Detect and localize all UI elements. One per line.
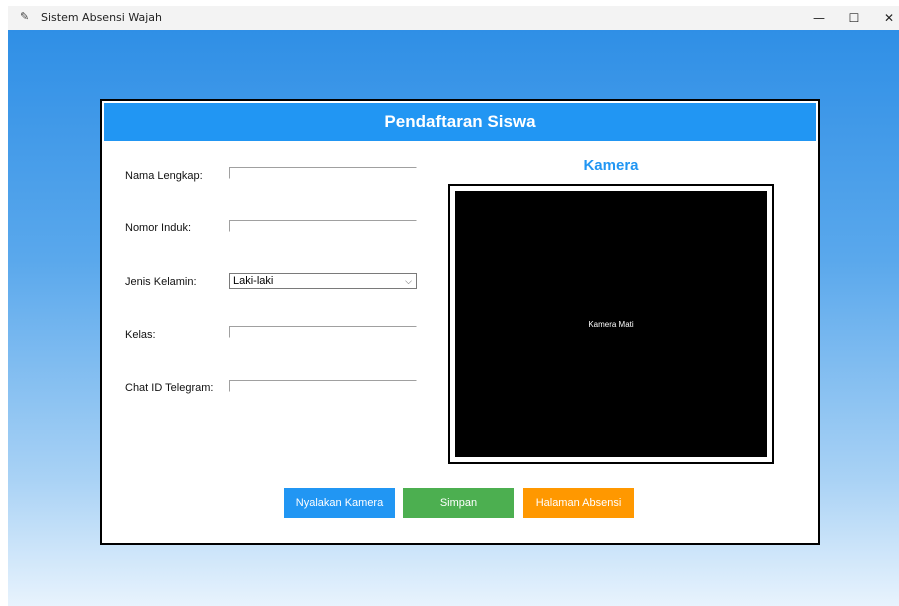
title-bar: ✎ Sistem Absensi Wajah — ☐ ✕	[8, 6, 899, 30]
camera-status: Kamera Mati	[588, 319, 634, 329]
nomor-label: Nomor Induk:	[125, 222, 192, 234]
camera-view: Kamera Mati	[455, 191, 767, 457]
gender-select-value: Laki-laki	[233, 275, 274, 287]
feather-icon: ✎	[20, 10, 30, 23]
camera-frame: Kamera Mati	[448, 184, 774, 464]
panel-header: Pendaftaran Siswa	[104, 103, 816, 141]
camera-on-button[interactable]: Nyalakan Kamera	[284, 488, 395, 518]
attendance-page-button[interactable]: Halaman Absensi	[523, 488, 634, 518]
minimize-button[interactable]: —	[799, 6, 839, 30]
chat-id-input[interactable]	[229, 380, 417, 392]
maximize-button[interactable]: ☐	[834, 6, 874, 30]
save-button[interactable]: Simpan	[403, 488, 514, 518]
kelas-label: Kelas:	[125, 329, 156, 341]
nomor-input[interactable]	[229, 220, 417, 232]
nama-label: Nama Lengkap:	[125, 170, 203, 182]
chat-id-label: Chat ID Telegram:	[125, 382, 214, 394]
chevron-down-icon: ⌵	[405, 276, 412, 286]
window-title: Sistem Absensi Wajah	[41, 11, 163, 24]
kelas-input[interactable]	[229, 326, 417, 338]
gender-label: Jenis Kelamin:	[125, 276, 197, 288]
close-button[interactable]: ✕	[869, 6, 899, 30]
camera-title: Kamera	[583, 157, 639, 174]
nama-input[interactable]	[229, 167, 417, 179]
gender-select[interactable]: Laki-laki ⌵	[229, 273, 417, 289]
